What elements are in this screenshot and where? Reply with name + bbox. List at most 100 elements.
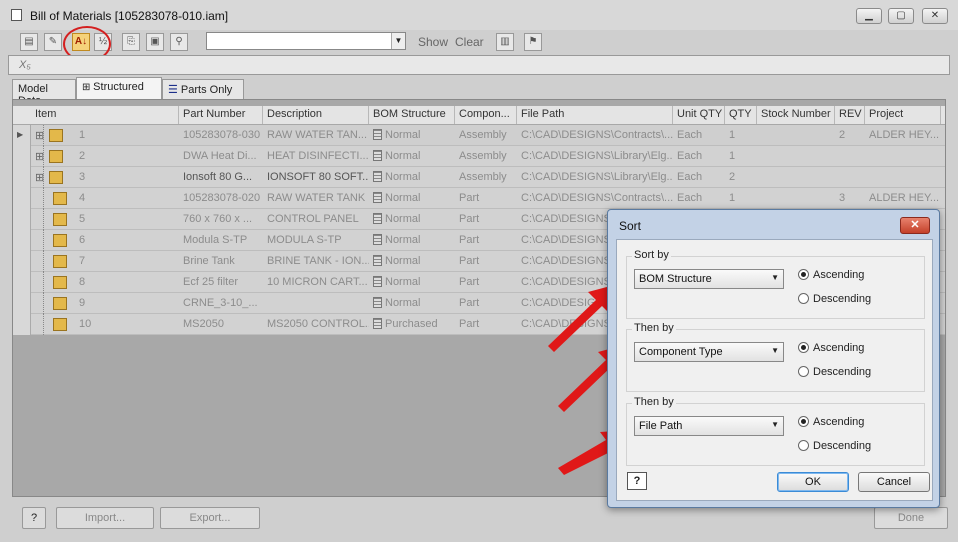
cell-part-number: DWA Heat Di...: [183, 150, 257, 162]
then-by-2-ascending-radio[interactable]: Ascending: [798, 416, 864, 428]
then-by-group-1: Then by Component Type ▼ Ascending Descen…: [626, 322, 925, 392]
radio-label: Ascending: [813, 342, 865, 354]
done-button[interactable]: Done: [874, 507, 948, 529]
column-header-bom-structure[interactable]: BOM Structure: [369, 106, 455, 124]
column-header-item[interactable]: Item: [31, 106, 179, 124]
row-header[interactable]: [13, 188, 31, 209]
chevron-down-icon[interactable]: ▼: [391, 33, 405, 49]
close-button[interactable]: ✕: [922, 8, 948, 24]
sort-by-select[interactable]: BOM Structure ▼: [634, 269, 784, 289]
row-header[interactable]: [13, 272, 31, 293]
cell-qty: 1: [729, 129, 736, 141]
row-header[interactable]: [13, 293, 31, 314]
cell-bom-structure: Normal: [369, 251, 455, 272]
search-combo[interactable]: ▼: [206, 32, 406, 50]
cell-item: 8: [79, 276, 86, 288]
bom-label: Normal: [385, 255, 421, 267]
table-row[interactable]: ⊞ 3 Ionsoft 80 G... IONSOFT 80 SOFT... Norma…: [13, 167, 945, 188]
cell-stock-number: [757, 167, 835, 188]
table-row[interactable]: ⊞ 2 DWA Heat Di... HEAT DISINFECTI... Normal…: [13, 146, 945, 167]
tree-line: [43, 125, 44, 146]
row-header[interactable]: ▶: [13, 125, 31, 146]
tab-model-data[interactable]: Model Data: [12, 79, 76, 107]
tree-line: [43, 188, 44, 209]
row-header[interactable]: [13, 146, 31, 167]
help-icon[interactable]: ?: [22, 507, 46, 529]
cell-bom-structure: Normal: [369, 230, 455, 251]
cell-description: 10 MICRON CART...: [267, 276, 368, 288]
radio-dot: [798, 293, 809, 304]
clear-button[interactable]: Clear: [455, 35, 484, 49]
cell-description: IONSOFT 80 SOFT...: [267, 171, 369, 183]
cell-bom-structure: Normal: [369, 146, 455, 167]
then-by-select-2[interactable]: File Path ▼: [634, 416, 784, 436]
cell-item: 4: [79, 192, 86, 204]
column-header-stock-number[interactable]: Stock Number: [757, 106, 835, 124]
chevron-down-icon: ▼: [771, 273, 779, 282]
bom-label: Normal: [385, 276, 421, 288]
column-header-project[interactable]: Project: [865, 106, 941, 124]
row-header[interactable]: [13, 230, 31, 251]
ok-button[interactable]: OK: [777, 472, 849, 492]
copy-settings-icon[interactable]: ⎘: [122, 33, 140, 51]
table-row[interactable]: ▶ ⊞ 1 105283078-030 RAW WATER TAN... Normal As…: [13, 125, 945, 146]
column-header-unit-qty[interactable]: Unit QTY: [673, 106, 725, 124]
structured-icon: ⊞: [82, 82, 94, 93]
columns-icon[interactable]: ▥: [496, 33, 514, 51]
cell-part-number: Ionsoft 80 G...: [183, 171, 253, 183]
dialog-close-button[interactable]: ✕: [900, 217, 930, 234]
cell-description: BRINE TANK - ION...: [267, 255, 369, 267]
cell-component: Part: [459, 234, 480, 246]
dialog-body: Sort by BOM Structure ▼ Ascending Descend…: [616, 239, 933, 501]
cell-rev: 3: [839, 192, 846, 204]
bom-normal-icon: [373, 171, 382, 182]
restore-button[interactable]: ▢: [888, 8, 914, 24]
export-button[interactable]: Export...: [160, 507, 260, 529]
view-options-icon[interactable]: ▤: [20, 33, 38, 51]
then-by-1-ascending-radio[interactable]: Ascending: [798, 342, 864, 354]
bom-normal-icon: [373, 129, 382, 140]
then-by-1-descending-radio[interactable]: Descending: [798, 366, 871, 378]
bom-label: Normal: [385, 234, 421, 246]
assembly-icon: [49, 129, 63, 142]
row-header[interactable]: [13, 314, 31, 335]
row-header[interactable]: [13, 209, 31, 230]
then-by-2-descending-radio[interactable]: Descending: [798, 440, 871, 452]
window-title: Bill of Materials [105283078-010.iam]: [30, 9, 229, 23]
import-button[interactable]: Import...: [56, 507, 154, 529]
column-header-description[interactable]: Description: [263, 106, 369, 124]
then-by-select-1[interactable]: Component Type ▼: [634, 342, 784, 362]
dialog-help-icon[interactable]: ?: [627, 472, 647, 490]
column-header-file-path[interactable]: File Path: [517, 106, 673, 124]
row-header[interactable]: [13, 167, 31, 188]
cell-component: Assembly: [459, 129, 507, 141]
show-button[interactable]: Show: [418, 35, 448, 49]
filter-icon[interactable]: ⚑: [524, 33, 542, 51]
cell-unit-qty: Each: [677, 129, 703, 141]
edit-icon[interactable]: ✎: [44, 33, 62, 51]
bom-normal-icon: [373, 255, 382, 266]
column-header-part-number[interactable]: Part Number: [179, 106, 263, 124]
cell-stock-number: [757, 188, 835, 209]
bom-label: Purchased: [385, 318, 438, 330]
radio-dot: [798, 440, 809, 451]
column-header-component[interactable]: Compon...: [455, 106, 517, 124]
cell-component: Assembly: [459, 150, 507, 162]
tab-parts-only[interactable]: ☰ Parts Only: [162, 79, 244, 99]
formula-bar[interactable]: X₅: [8, 55, 950, 75]
row-header[interactable]: [13, 251, 31, 272]
cell-unit-qty: Each: [677, 192, 703, 204]
sort-by-ascending-radio[interactable]: Ascending: [798, 269, 864, 281]
cancel-button[interactable]: Cancel: [858, 472, 930, 492]
tab-structured[interactable]: ⊞ Structured: [76, 77, 162, 99]
column-header-rev[interactable]: REV: [835, 106, 865, 124]
part-number-icon[interactable]: ▣: [146, 33, 164, 51]
table-row[interactable]: 4 105283078-020 RAW WATER TANK Normal Part C:…: [13, 188, 945, 209]
sort-by-descending-radio[interactable]: Descending: [798, 293, 871, 305]
bom-app-icon: [11, 9, 22, 21]
column-header-qty[interactable]: QTY: [725, 106, 757, 124]
cell-description: CONTROL PANEL: [267, 213, 359, 225]
find-icon[interactable]: ⚲: [170, 33, 188, 51]
minimize-button[interactable]: ▁: [856, 8, 882, 24]
formula-symbol: X₅: [19, 59, 31, 71]
